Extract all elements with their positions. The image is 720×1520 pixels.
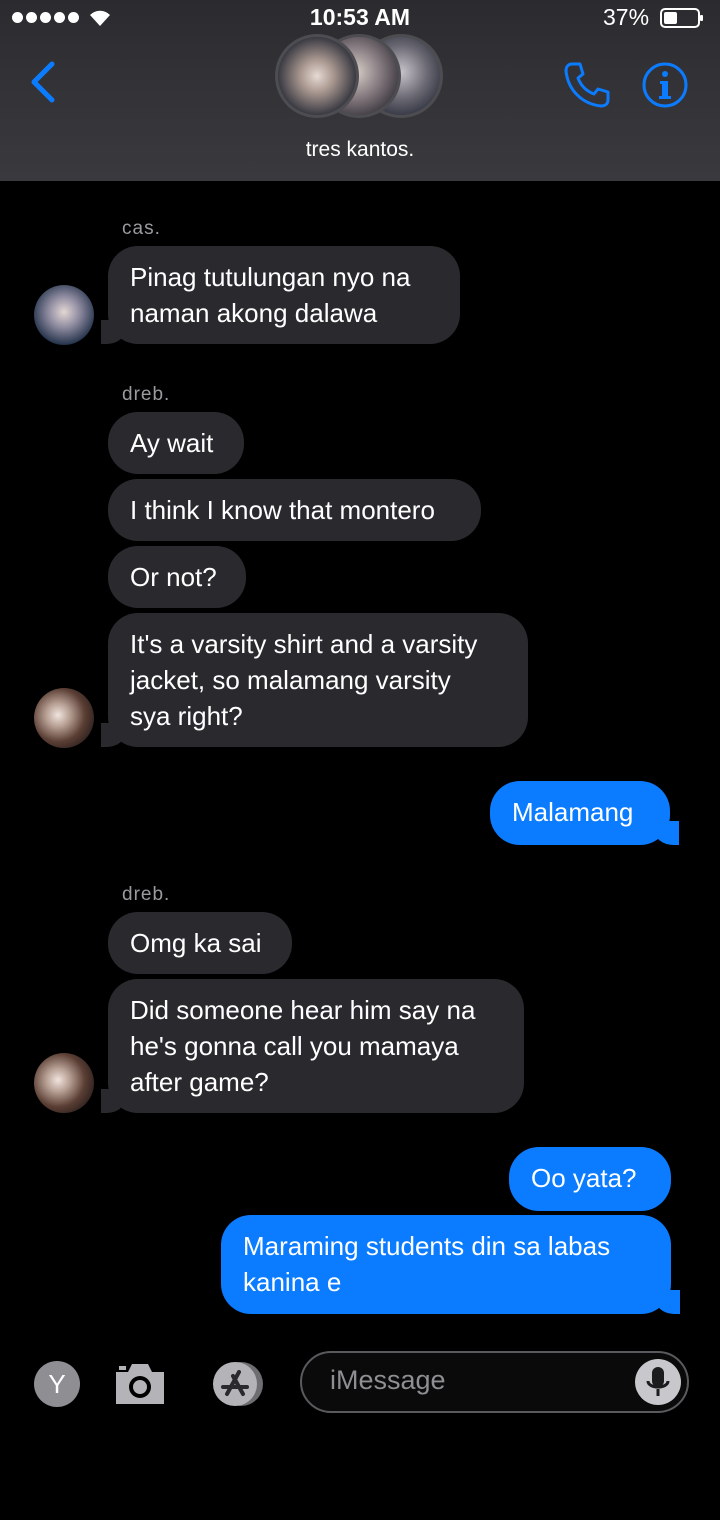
battery-percentage: 37% bbox=[603, 4, 650, 30]
sender-name: cas. bbox=[122, 218, 161, 239]
message-text: Did someone hear him say na bbox=[130, 995, 476, 1025]
input-placeholder: iMessage bbox=[330, 1365, 446, 1395]
phone-icon[interactable] bbox=[562, 60, 612, 110]
message-text: Malamang bbox=[512, 797, 634, 827]
group-avatars[interactable] bbox=[275, 34, 445, 122]
sender-avatar[interactable] bbox=[34, 1053, 94, 1113]
message-text: naman akong dalawa bbox=[130, 298, 378, 328]
message-text: kanina e bbox=[243, 1267, 342, 1297]
status-bar: 10:53 AM 37% bbox=[0, 0, 720, 36]
message-bubble-incoming[interactable]: Pinag tutulungan nyo na naman akong dala… bbox=[101, 246, 460, 344]
sender-name: dreb. bbox=[122, 384, 171, 405]
message-bubble-incoming[interactable]: It's a varsity shirt and a varsity jacke… bbox=[101, 613, 528, 747]
message-bubble-incoming[interactable]: I think I know that montero bbox=[108, 479, 481, 541]
message-text: Oo yata? bbox=[531, 1163, 637, 1193]
user-avatar-button[interactable]: Y bbox=[34, 1361, 80, 1407]
message-text: It's a varsity shirt and a varsity bbox=[130, 629, 478, 659]
message-text: I think I know that montero bbox=[130, 495, 435, 525]
message-bubble-incoming[interactable]: Omg ka sai bbox=[108, 912, 292, 974]
message-text: Omg ka sai bbox=[130, 928, 262, 958]
group-avatar-1 bbox=[275, 34, 359, 118]
message-bubble-outgoing[interactable]: Malamang bbox=[490, 781, 679, 845]
imessage-input[interactable]: iMessage bbox=[300, 1351, 689, 1413]
sender-avatar[interactable] bbox=[34, 285, 94, 345]
message-text: sya right? bbox=[130, 701, 243, 731]
app-store-icon[interactable] bbox=[205, 1360, 269, 1408]
message-text: Maraming students din sa labas bbox=[243, 1231, 611, 1261]
message-text: Or not? bbox=[130, 562, 217, 592]
message-bubble-incoming[interactable]: Did someone hear him say na he's gonna c… bbox=[101, 979, 524, 1113]
back-chevron-icon[interactable] bbox=[28, 58, 58, 106]
conversation-title[interactable]: tres kantos. bbox=[0, 138, 720, 162]
camera-icon[interactable] bbox=[112, 1360, 168, 1408]
message-text: after game? bbox=[130, 1067, 269, 1097]
battery-icon bbox=[660, 8, 703, 28]
message-bubble-incoming[interactable]: Ay wait bbox=[108, 412, 244, 474]
conversation-header: 10:53 AM 37% tres kantos. bbox=[0, 0, 720, 181]
message-text: jacket, so malamang varsity bbox=[130, 665, 451, 695]
sender-name: dreb. bbox=[122, 884, 171, 905]
message-bubble-incoming[interactable]: Or not? bbox=[108, 546, 246, 608]
message-bubble-outgoing[interactable]: Oo yata? bbox=[509, 1147, 671, 1211]
message-text: Pinag tutulungan nyo na bbox=[130, 262, 411, 292]
message-text: he's gonna call you mamaya bbox=[130, 1031, 459, 1061]
message-bubble-outgoing[interactable]: Maraming students din sa labas kanina e bbox=[221, 1215, 680, 1314]
microphone-icon bbox=[646, 1367, 670, 1396]
message-text: Ay wait bbox=[130, 428, 214, 458]
info-icon[interactable] bbox=[641, 61, 689, 109]
sender-avatar[interactable] bbox=[34, 688, 94, 748]
microphone-button[interactable] bbox=[635, 1359, 681, 1405]
